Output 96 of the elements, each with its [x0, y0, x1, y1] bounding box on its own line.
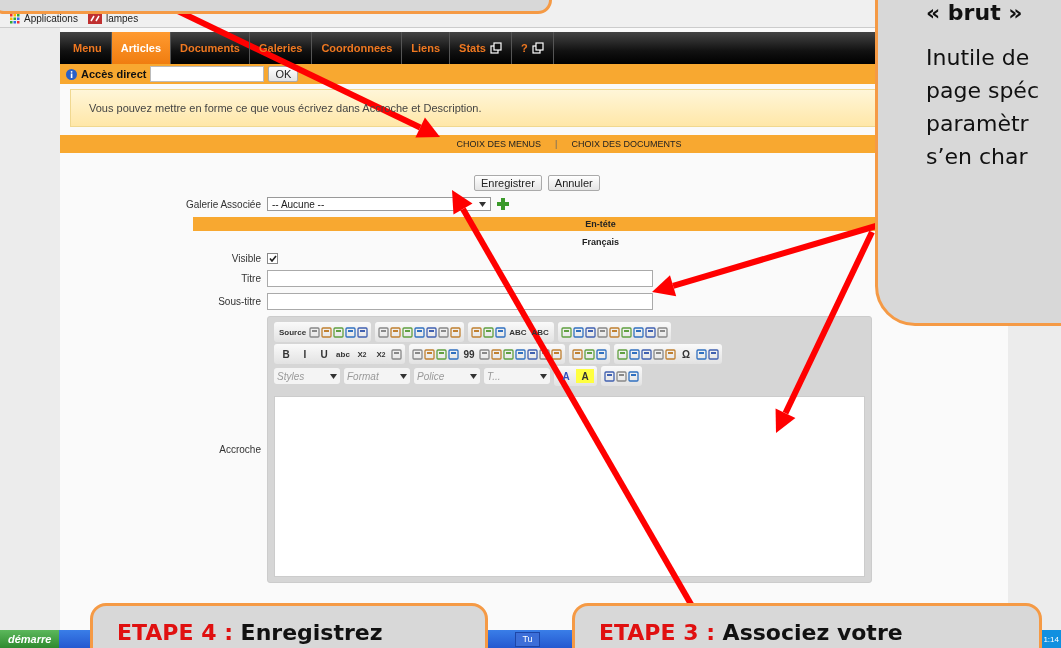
text-field[interactable]: [267, 270, 653, 287]
info-icon: [66, 68, 77, 80]
field-label: Galerie Associée: [185, 198, 262, 210]
toolbar-icon[interactable]: [503, 348, 514, 360]
toolbar-icon[interactable]: [617, 348, 628, 360]
text-field[interactable]: [267, 293, 653, 310]
plus-icon[interactable]: [497, 198, 509, 210]
toolbar-icon[interactable]: [448, 348, 459, 360]
toolbar-icon[interactable]: [309, 326, 321, 338]
toolbar-icon[interactable]: [644, 326, 656, 338]
toolbar-icon[interactable]: [596, 326, 608, 338]
toolbar-icon[interactable]: [491, 348, 502, 360]
toolbar-icon[interactable]: [551, 348, 562, 360]
toolbar-icon[interactable]: [515, 348, 526, 360]
callout-text: ETAPE 3 : Associez votre: [599, 620, 903, 645]
caret-icon: [470, 373, 477, 379]
toolbar-icon[interactable]: [584, 326, 596, 338]
gallery-select[interactable]: -- Aucune --: [267, 197, 491, 211]
toolbar-icon[interactable]: [345, 326, 357, 338]
toolbar-icon[interactable]: [402, 326, 414, 338]
bookmark[interactable]: lampes: [87, 13, 139, 24]
toolbar-icon[interactable]: [560, 326, 572, 338]
toolbar-icon[interactable]: [391, 348, 402, 360]
toolbar-icon[interactable]: [628, 370, 639, 382]
toolbar-icon[interactable]: [604, 370, 615, 382]
toolbar-button[interactable]: B: [277, 347, 295, 361]
toolbar-button[interactable]: ABC: [507, 325, 529, 339]
toolbar-icon[interactable]: [436, 348, 447, 360]
callout-text: s’en char: [926, 143, 1029, 171]
toolbar-icon[interactable]: [616, 370, 627, 382]
toolbar-icon[interactable]: [357, 326, 369, 338]
toolbar-icon[interactable]: [424, 348, 435, 360]
toolbar-icon[interactable]: [333, 326, 345, 338]
toolbar-icon[interactable]: [438, 326, 450, 338]
field-label: Accroche: [219, 444, 262, 455]
toolbar-icon[interactable]: [539, 348, 550, 360]
toolbar-button[interactable]: Ω: [677, 347, 695, 361]
toolbar-icon[interactable]: [479, 348, 490, 360]
toolbar-icon[interactable]: [708, 348, 719, 360]
toolbar-icon[interactable]: [696, 348, 707, 360]
field-label: Titre: [241, 273, 262, 284]
caret-icon: [400, 373, 407, 379]
caret-icon: [479, 201, 486, 207]
toolbar-icon[interactable]: [321, 326, 333, 338]
toolbar-icon[interactable]: [390, 326, 402, 338]
toolbar-button[interactable]: I: [296, 347, 314, 361]
color-button[interactable]: A: [557, 369, 575, 383]
toolbar-icon[interactable]: [378, 326, 390, 338]
field-label: Sous-titre: [218, 296, 262, 307]
toolbar-icon[interactable]: [572, 348, 583, 360]
toolbar-icon[interactable]: [665, 348, 676, 360]
bookmark[interactable]: Applications: [10, 13, 78, 24]
choice-link[interactable]: CHOIX DES DOCUMENTS: [571, 139, 682, 149]
toolbar-icon[interactable]: [632, 326, 644, 338]
toolbar-button[interactable]: 99: [460, 347, 478, 361]
site-logo-icon: [87, 13, 102, 24]
toolbar-icon[interactable]: [471, 326, 483, 338]
quick-access-field[interactable]: [150, 66, 265, 82]
toolbar-icon[interactable]: [596, 348, 607, 360]
toolbar-button[interactable]: U: [315, 347, 333, 361]
caret-icon: [540, 373, 547, 379]
apps-grid-icon: [10, 13, 20, 24]
toolbar-icon[interactable]: [414, 326, 426, 338]
choice-link[interactable]: CHOIX DES MENUS: [456, 139, 542, 149]
toolbar-icon[interactable]: [426, 326, 438, 338]
toolbar-icon[interactable]: [641, 348, 652, 360]
color-button[interactable]: A: [576, 369, 594, 383]
taskbar-item[interactable]: Tu: [515, 631, 540, 647]
toolbar-icon[interactable]: [527, 348, 538, 360]
action-button[interactable]: Annuler: [547, 175, 600, 191]
checkmark-icon: [268, 255, 277, 262]
quick-access-label: Accès direct: [81, 68, 147, 80]
visible-checkbox[interactable]: [267, 253, 278, 264]
toolbar-icon[interactable]: [584, 348, 595, 360]
toolbar-icon[interactable]: [495, 326, 507, 338]
action-button[interactable]: Enregistrer: [474, 175, 542, 191]
language-heading: Français: [581, 237, 620, 247]
toolbar-icon[interactable]: [412, 348, 423, 360]
toolbar-icon[interactable]: [572, 326, 584, 338]
caret-icon: [330, 373, 337, 379]
callout-heading: « brut »: [926, 1, 1024, 25]
toolbar-icon[interactable]: [450, 326, 462, 338]
clock: 1:14: [1041, 630, 1061, 648]
toolbar-button[interactable]: Source: [277, 325, 309, 339]
field-label: Visible: [231, 253, 262, 264]
toolbar-icon[interactable]: [629, 348, 640, 360]
toolbar-icon[interactable]: [656, 326, 668, 338]
toolbar-icon[interactable]: [608, 326, 620, 338]
toolbar-icon[interactable]: [483, 326, 495, 338]
ok-button[interactable]: OK: [268, 66, 299, 82]
callout-text: ETAPE 4 : Enregistrez: [117, 620, 383, 645]
toolbar-icon[interactable]: [620, 326, 632, 338]
toolbar-icon[interactable]: [653, 348, 664, 360]
callout-text: Inutile de: [926, 44, 1031, 72]
separator: |: [555, 139, 558, 149]
toolbar-button[interactable]: abc: [334, 347, 352, 361]
